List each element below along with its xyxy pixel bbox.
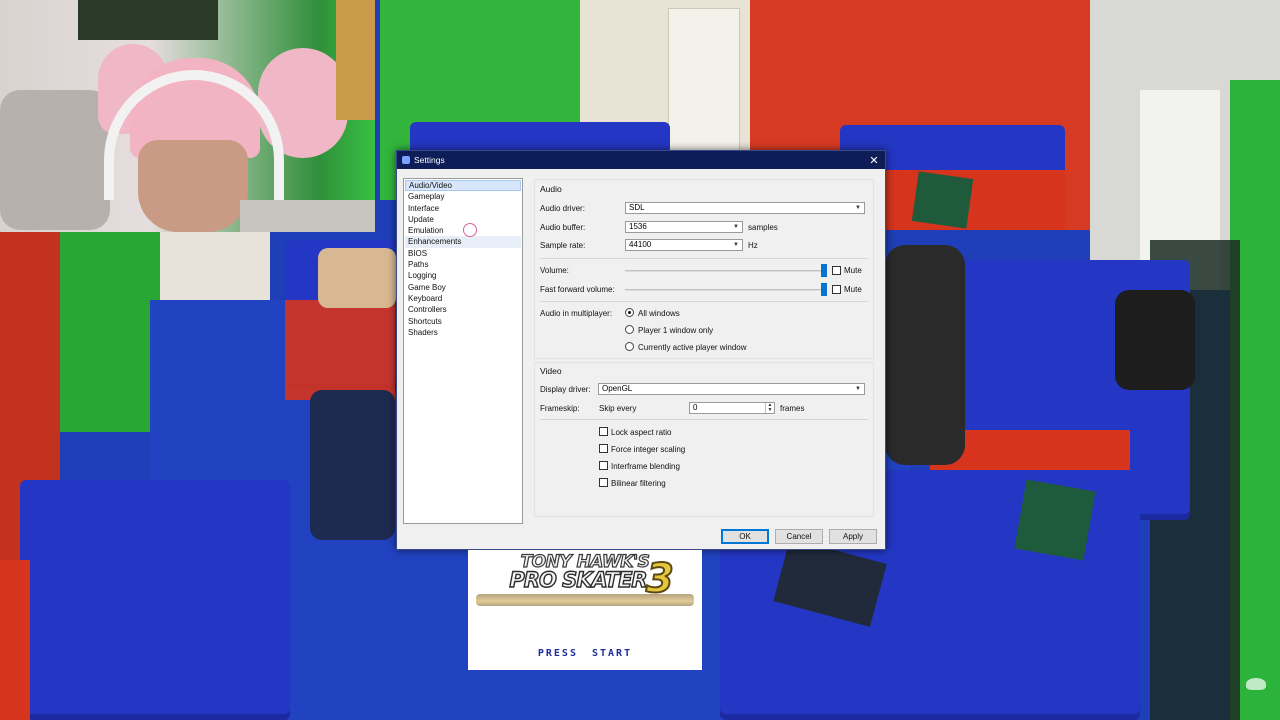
webcam-poster	[78, 0, 218, 40]
audio-group-label: Audio	[540, 184, 562, 194]
bed-left-frame	[0, 560, 30, 720]
audio-driver-label: Audio driver:	[540, 204, 585, 213]
volume-label: Volume:	[540, 266, 569, 275]
volume-slider-thumb[interactable]	[821, 264, 827, 277]
force-integer-scaling-label: Force integer scaling	[611, 445, 686, 454]
display-driver-select[interactable]: OpenGL ▼	[598, 383, 865, 395]
door	[668, 8, 740, 158]
audio-driver-value: SDL	[629, 203, 645, 212]
sample-rate-value: 44100	[629, 240, 652, 249]
audio-driver-select[interactable]: SDL ▼	[625, 202, 865, 214]
nav-item-enhancements[interactable]: Enhancements	[405, 236, 521, 248]
audio-buffer-select[interactable]: 1536 ▼	[625, 221, 743, 233]
force-integer-scaling-checkbox[interactable]	[599, 444, 608, 453]
chevron-down-icon: ▼	[733, 242, 739, 248]
frames-unit: frames	[780, 404, 805, 413]
lock-aspect-ratio-checkbox[interactable]	[599, 427, 608, 436]
cancel-button[interactable]: Cancel	[775, 529, 823, 544]
sample-rate-unit: Hz	[748, 241, 758, 250]
sample-rate-label: Sample rate:	[540, 241, 586, 250]
nav-item-update[interactable]: Update	[405, 214, 521, 225]
bilinear-filtering-checkbox[interactable]	[599, 478, 608, 487]
radio-player1-only-label: Player 1 window only	[638, 326, 714, 335]
sample-rate-select[interactable]: 44100 ▼	[625, 239, 743, 251]
audio-buffer-label: Audio buffer:	[540, 223, 586, 232]
close-icon[interactable]: ✕	[863, 154, 885, 167]
video-group-label: Video	[540, 366, 562, 376]
chevron-down-icon: ▼	[855, 205, 861, 211]
webcam-face	[138, 140, 248, 232]
frameskip-value: 0	[693, 403, 698, 412]
radio-all-windows[interactable]	[625, 308, 634, 317]
nav-item-audio-video[interactable]: Audio/Video	[405, 180, 521, 192]
chevron-down-icon: ▼	[733, 224, 739, 230]
towel	[318, 248, 396, 308]
ff-volume-mute-label: Mute	[844, 285, 862, 294]
skip-every-label: Skip every	[599, 404, 637, 413]
game-logo-number: 3	[645, 555, 675, 603]
app-icon	[402, 156, 410, 164]
nav-item-gameplay[interactable]: Gameplay	[405, 191, 521, 202]
nav-item-interface[interactable]: Interface	[405, 203, 521, 214]
ok-button[interactable]: OK	[721, 529, 769, 544]
ff-volume-slider-thumb[interactable]	[821, 283, 827, 296]
audio-buffer-unit: samples	[748, 223, 778, 232]
press-start-text: PRESS START	[537, 648, 633, 659]
display-driver-label: Display driver:	[540, 385, 591, 394]
game-window[interactable]: TONY HAWK'S PRO SKATER 3 PRESS START	[468, 550, 702, 670]
lock-aspect-ratio-label: Lock aspect ratio	[611, 428, 672, 437]
nav-item-controllers[interactable]: Controllers	[405, 304, 521, 315]
radio-all-windows-label: All windows	[638, 309, 680, 318]
nav-item-logging[interactable]: Logging	[405, 270, 521, 281]
volume-mute-checkbox[interactable]	[832, 266, 841, 275]
dialog-title: Settings	[414, 155, 445, 165]
nav-item-paths[interactable]: Paths	[405, 259, 521, 270]
chevron-down-icon: ▼	[855, 386, 861, 392]
radio-active-player-label: Currently active player window	[638, 343, 747, 352]
webcam-overlay	[0, 0, 375, 232]
webcam-giraffe	[336, 0, 375, 120]
audio-separator	[540, 258, 868, 259]
green-pillow-2	[1014, 479, 1096, 561]
multiplayer-audio-label: Audio in multiplayer:	[540, 309, 613, 318]
watermark-icon	[1246, 678, 1266, 690]
radio-player1-only[interactable]	[625, 325, 634, 334]
bed-left	[20, 480, 290, 720]
interframe-blending-label: Interframe blending	[611, 462, 680, 471]
radio-active-player[interactable]	[625, 342, 634, 351]
frameskip-label: Frameskip:	[540, 404, 580, 413]
nav-item-bios[interactable]: BIOS	[405, 248, 521, 259]
mouse-cursor-icon	[463, 223, 477, 237]
webcam-shirt	[240, 200, 375, 232]
bag	[310, 390, 395, 540]
bilinear-filtering-label: Bilinear filtering	[611, 479, 666, 488]
backpack	[1115, 290, 1195, 390]
volume-mute-label: Mute	[844, 266, 862, 275]
ff-volume-slider-track[interactable]	[625, 289, 825, 291]
volume-slider-track[interactable]	[625, 270, 825, 272]
person	[885, 245, 965, 465]
nav-item-shaders[interactable]: Shaders	[405, 327, 521, 338]
nav-item-shortcuts[interactable]: Shortcuts	[405, 316, 521, 327]
stepper-arrows-icon[interactable]: ▲ ▼	[765, 403, 774, 413]
frameskip-stepper[interactable]: 0 ▲ ▼	[689, 402, 775, 414]
green-pillow	[911, 171, 974, 229]
dialog-titlebar[interactable]: Settings ✕	[397, 151, 885, 169]
nav-item-game-boy[interactable]: Game Boy	[405, 282, 521, 293]
bed-mid-left-frame	[285, 300, 395, 400]
settings-dialog: Settings ✕ Audio/Video Gameplay Interfac…	[396, 150, 886, 550]
video-separator	[540, 419, 868, 420]
interframe-blending-checkbox[interactable]	[599, 461, 608, 470]
nav-item-keyboard[interactable]: Keyboard	[405, 293, 521, 304]
display-driver-value: OpenGL	[602, 384, 633, 393]
apply-button[interactable]: Apply	[829, 529, 877, 544]
ff-volume-mute-checkbox[interactable]	[832, 285, 841, 294]
ff-volume-label: Fast forward volume:	[540, 285, 615, 294]
audio-buffer-value: 1536	[629, 222, 647, 231]
webcam-pillow	[0, 90, 110, 230]
audio-separator-2	[540, 301, 868, 302]
